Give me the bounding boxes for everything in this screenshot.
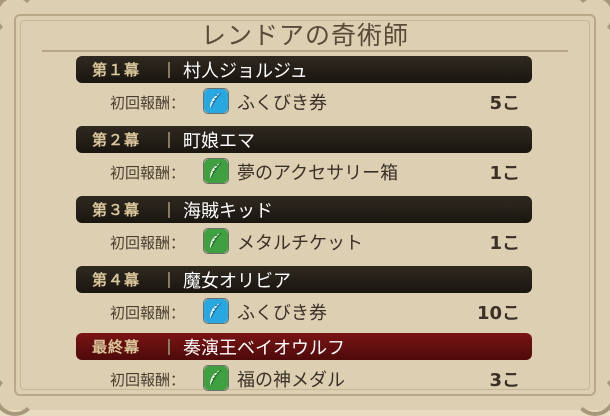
blue-feather-icon xyxy=(203,88,229,114)
reward-row: 初回報酬： ふくびき券 5こ xyxy=(76,85,532,118)
chapter-entry[interactable]: 第１幕 村人ジョルジュ初回報酬： ふくびき券 5こ xyxy=(76,56,532,118)
reward-quantity: 3こ xyxy=(489,370,520,391)
blue-feather-icon xyxy=(203,298,229,324)
green-feather-icon xyxy=(203,228,229,254)
reward-quantity: 1こ xyxy=(489,163,520,184)
reward-quantity: 5こ xyxy=(489,93,520,114)
chapter-title: 町娘エマ xyxy=(183,131,255,152)
chapter-entry[interactable]: 第３幕 海賊キッド初回報酬： メタルチケット 1こ xyxy=(76,196,532,258)
bar-separator xyxy=(168,202,170,218)
panel-title: レンドアの奇術師 xyxy=(200,21,409,50)
reward-label: 初回報酬： xyxy=(110,234,186,252)
reward-row: 初回報酬： 夢のアクセサリー箱 1こ xyxy=(76,155,532,188)
chapter-act-label: 第４幕 xyxy=(92,271,141,289)
final-chapter-bar[interactable]: 最終幕 奏演王ベイオウルフ xyxy=(76,333,532,360)
chapter-bar[interactable]: 第１幕 村人ジョルジュ xyxy=(76,56,532,83)
chapter-title: 海賊キッド xyxy=(183,201,273,222)
chapter-act-label: 第２幕 xyxy=(92,131,141,149)
chapter-act-label: 第３幕 xyxy=(92,201,141,219)
chapter-entry[interactable]: 最終幕 奏演王ベイオウルフ初回報酬： 福の神メダル 3こ xyxy=(76,333,532,395)
reward-label: 初回報酬： xyxy=(110,371,186,389)
reward-label: 初回報酬： xyxy=(110,164,186,182)
bar-separator xyxy=(168,62,170,78)
chapter-act-label: 最終幕 xyxy=(92,338,141,356)
bar-separator xyxy=(168,132,170,148)
reward-row: 初回報酬： 福の神メダル 3こ xyxy=(76,362,532,395)
reward-row: 初回報酬： ふくびき券 10こ xyxy=(76,295,532,328)
chapter-title: 奏演王ベイオウルフ xyxy=(183,338,345,359)
reward-row: 初回報酬： メタルチケット 1こ xyxy=(76,225,532,258)
green-feather-icon xyxy=(203,365,229,391)
title-divider xyxy=(42,50,568,52)
chapter-title: 村人ジョルジュ xyxy=(183,61,308,82)
reward-item-name: 福の神メダル xyxy=(237,370,345,391)
chapter-entry[interactable]: 第２幕 町娘エマ初回報酬： 夢のアクセサリー箱 1こ xyxy=(76,126,532,188)
reward-item-name: ふくびき券 xyxy=(237,93,327,114)
reward-label: 初回報酬： xyxy=(110,94,186,112)
reward-label: 初回報酬： xyxy=(110,304,186,322)
bar-separator xyxy=(168,272,170,288)
reward-item-name: 夢のアクセサリー箱 xyxy=(237,163,399,184)
bar-separator xyxy=(168,339,170,355)
reward-quantity: 10こ xyxy=(476,303,520,324)
reward-item-name: ふくびき券 xyxy=(237,303,327,324)
chapter-title: 魔女オリビア xyxy=(183,271,291,292)
reward-quantity: 1こ xyxy=(489,233,520,254)
chapter-bar[interactable]: 第２幕 町娘エマ xyxy=(76,126,532,153)
chapter-act-label: 第１幕 xyxy=(92,61,141,79)
chapter-entry[interactable]: 第４幕 魔女オリビア初回報酬： ふくびき券 10こ xyxy=(76,266,532,328)
chapter-bar[interactable]: 第３幕 海賊キッド xyxy=(76,196,532,223)
title-area: レンドアの奇術師 xyxy=(0,16,610,52)
green-feather-icon xyxy=(203,158,229,184)
reward-item-name: メタルチケット xyxy=(237,233,363,254)
chapter-bar[interactable]: 第４幕 魔女オリビア xyxy=(76,266,532,293)
